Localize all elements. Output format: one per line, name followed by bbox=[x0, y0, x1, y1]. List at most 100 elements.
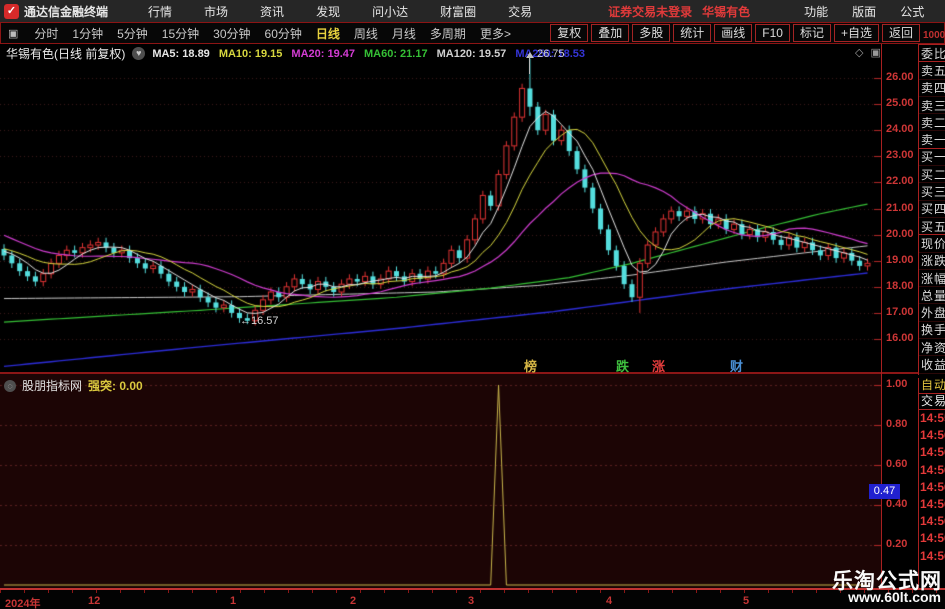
indicator-chart[interactable] bbox=[0, 374, 881, 588]
indicator-header: ◌ 股朋指标网 强突: 0.00 bbox=[4, 377, 143, 394]
window-icon[interactable]: ▣ bbox=[870, 46, 880, 59]
diamond-icon[interactable]: ◇ bbox=[855, 46, 863, 59]
price-tick-label: 25.00 bbox=[886, 97, 914, 110]
quote-row-卖三[interactable]: 卖三 bbox=[919, 97, 945, 115]
trade-time-entry: 14:56 bbox=[920, 496, 945, 511]
quote-row-收益[interactable]: 收益 bbox=[919, 356, 945, 374]
date-label-2024年: 2024年 bbox=[5, 598, 41, 609]
action-button-返回[interactable]: 返回 bbox=[881, 24, 920, 42]
app-logo-icon[interactable]: ✓ bbox=[4, 3, 19, 19]
period-tab-月线[interactable]: 月线 bbox=[385, 25, 423, 42]
chart-title-bar: 华锡有色(日线 前复权) ♥ MA5: 18.89 MA10: 19.15 MA20… bbox=[6, 45, 585, 62]
period-tab-15分钟[interactable]: 15分钟 bbox=[155, 25, 206, 42]
action-button-+自选[interactable]: +自选 bbox=[833, 24, 879, 42]
menu-item-选项[interactable]: 选项 bbox=[936, 3, 945, 20]
indicator-source[interactable]: 股朋指标网 bbox=[22, 377, 82, 394]
price-tick-label: 22.00 bbox=[886, 175, 914, 188]
trade-button[interactable]: 交易 bbox=[919, 394, 945, 410]
quote-row-现价[interactable]: 现价 bbox=[919, 235, 945, 253]
menu-item-财富圈[interactable]: 财富圈 bbox=[424, 3, 492, 20]
quote-row-外盘[interactable]: 外盘 bbox=[919, 304, 945, 322]
indicator-menu-icon[interactable]: ◌ bbox=[4, 379, 16, 392]
quote-row-委比[interactable]: 委比 bbox=[919, 45, 945, 63]
menu-item-资讯[interactable]: 资讯 bbox=[244, 3, 300, 20]
quote-row-涨跌[interactable]: 涨跌 bbox=[919, 253, 945, 270]
price-tick-label: 20.00 bbox=[886, 227, 914, 240]
peak-price-label: 26.75 bbox=[537, 48, 565, 60]
menu-right-group: 功能版面公式选项 bbox=[792, 3, 945, 20]
period-tab-更多>[interactable]: 更多> bbox=[473, 25, 518, 42]
quote-row-净资[interactable]: 净资 bbox=[919, 339, 945, 357]
indicator-tick-label: 0.40 bbox=[886, 498, 908, 510]
indicator-tick-label: 0.60 bbox=[886, 458, 908, 470]
menu-item-交易[interactable]: 交易 bbox=[492, 3, 548, 20]
price-tick-label: 24.00 bbox=[886, 123, 914, 136]
menu-item-问小达[interactable]: 问小达 bbox=[356, 3, 424, 20]
quote-row-买五[interactable]: 买五 bbox=[919, 218, 945, 236]
price-tick-label: 23.00 bbox=[886, 149, 914, 162]
action-button-F10[interactable]: F10 bbox=[755, 24, 790, 42]
ticker-char-榜[interactable]: 榜 bbox=[524, 356, 537, 375]
action-button-叠加[interactable]: 叠加 bbox=[591, 24, 630, 42]
trade-time-entry: 14:56 bbox=[920, 514, 945, 529]
watermark-url: www.60lt.com bbox=[848, 589, 941, 605]
menu-bar: ✓ 通达信金融终端 行情 市场 资讯 发现 问小达 财富圈 交易 证券交易未登录 华锡有色 … bbox=[0, 0, 945, 22]
trade-login-status[interactable]: 证券交易未登录 bbox=[608, 3, 692, 20]
quote-row-卖五[interactable]: 卖五 bbox=[919, 62, 945, 80]
menu-item-发现[interactable]: 发现 bbox=[300, 3, 356, 20]
menu-item-市场[interactable]: 市场 bbox=[188, 3, 244, 20]
favorite-icon[interactable]: ♥ bbox=[132, 47, 146, 60]
price-axis: 16.00 17.00 18.00 19.00 20.00 21.00 22.00 23.00… bbox=[881, 44, 919, 374]
layout-icon[interactable]: ▣ bbox=[8, 27, 18, 40]
chart-title[interactable]: 华锡有色(日线 前复权) bbox=[6, 45, 125, 62]
action-button-多股[interactable]: 多股 bbox=[632, 24, 671, 42]
chart-action-buttons: 复权 叠加 多股 统计 画线 F10 标记 +自选 返回 bbox=[547, 24, 920, 42]
candlestick-chart[interactable] bbox=[0, 44, 881, 372]
date-label-3: 3 bbox=[468, 595, 475, 607]
period-tab-分时[interactable]: 分时 bbox=[27, 25, 65, 42]
date-label-4: 4 bbox=[606, 595, 613, 607]
quote-row-买四[interactable]: 买四 bbox=[919, 201, 945, 218]
ma-legend-item: MA10: 19.15 bbox=[218, 47, 283, 60]
ticker-char-财[interactable]: 财 bbox=[730, 356, 743, 375]
ticker-char-跌[interactable]: 跌 bbox=[616, 356, 629, 375]
action-button-统计[interactable]: 统计 bbox=[673, 24, 712, 42]
quote-row-卖二[interactable]: 卖二 bbox=[919, 114, 945, 132]
menu-item-功能[interactable]: 功能 bbox=[792, 3, 840, 20]
menu-item-公式[interactable]: 公式 bbox=[888, 3, 936, 20]
period-tab-周线[interactable]: 周线 bbox=[347, 25, 385, 42]
quote-row-买二[interactable]: 买二 bbox=[919, 166, 945, 184]
quote-row-换手[interactable]: 换手 bbox=[919, 322, 945, 340]
period-tab-多周期[interactable]: 多周期 bbox=[423, 25, 473, 42]
action-button-画线[interactable]: 画线 bbox=[714, 24, 753, 42]
quote-row-总量[interactable]: 总量 bbox=[919, 287, 945, 305]
peak-marker-line bbox=[529, 57, 530, 74]
quote-row-涨幅[interactable]: 涨幅 bbox=[919, 270, 945, 288]
trade-time-entry: 14:56 bbox=[920, 548, 945, 563]
period-tab-1分钟[interactable]: 1分钟 bbox=[65, 25, 110, 42]
peak-arrow-icon bbox=[526, 52, 534, 58]
period-tab-5分钟[interactable]: 5分钟 bbox=[110, 25, 155, 42]
ma-legend-item: MA60: 21.17 bbox=[364, 47, 428, 60]
period-tab-日线[interactable]: 日线 bbox=[309, 25, 347, 42]
current-stock-name[interactable]: 华锡有色 bbox=[702, 3, 750, 20]
quote-row-卖四[interactable]: 卖四 bbox=[919, 80, 945, 97]
period-tabs: 分时 1分钟 5分钟 15分钟 30分钟 60分钟 日线 周线 月线 多周期 更多> bbox=[27, 25, 518, 42]
menu-item-行情[interactable]: 行情 bbox=[132, 3, 188, 20]
panel-divider[interactable] bbox=[0, 372, 945, 374]
quote-row-卖一[interactable]: 卖一 bbox=[919, 131, 945, 149]
date-label-5: 5 bbox=[743, 595, 750, 607]
action-button-标记[interactable]: 标记 bbox=[792, 24, 831, 42]
indicator-tick-label: 0.80 bbox=[886, 418, 908, 430]
menu-item-版面[interactable]: 版面 bbox=[840, 3, 888, 20]
period-tab-60分钟[interactable]: 60分钟 bbox=[258, 25, 309, 42]
auto-button[interactable]: 自动 bbox=[919, 378, 945, 394]
period-tab-30分钟[interactable]: 30分钟 bbox=[206, 25, 257, 42]
indicator-tick-label: 1.00 bbox=[886, 378, 908, 390]
ticker-char-涨[interactable]: 涨 bbox=[652, 356, 665, 375]
action-button-复权[interactable]: 复权 bbox=[550, 24, 589, 42]
quote-row-买一[interactable]: 买一 bbox=[919, 149, 945, 167]
price-tick-label: 18.00 bbox=[886, 279, 914, 292]
quote-row-买三[interactable]: 买三 bbox=[919, 183, 945, 201]
trade-time-panel: 自动交易14:55 14:56 14:56 14:56 14:56 14:56 14:56 1… bbox=[918, 378, 945, 588]
